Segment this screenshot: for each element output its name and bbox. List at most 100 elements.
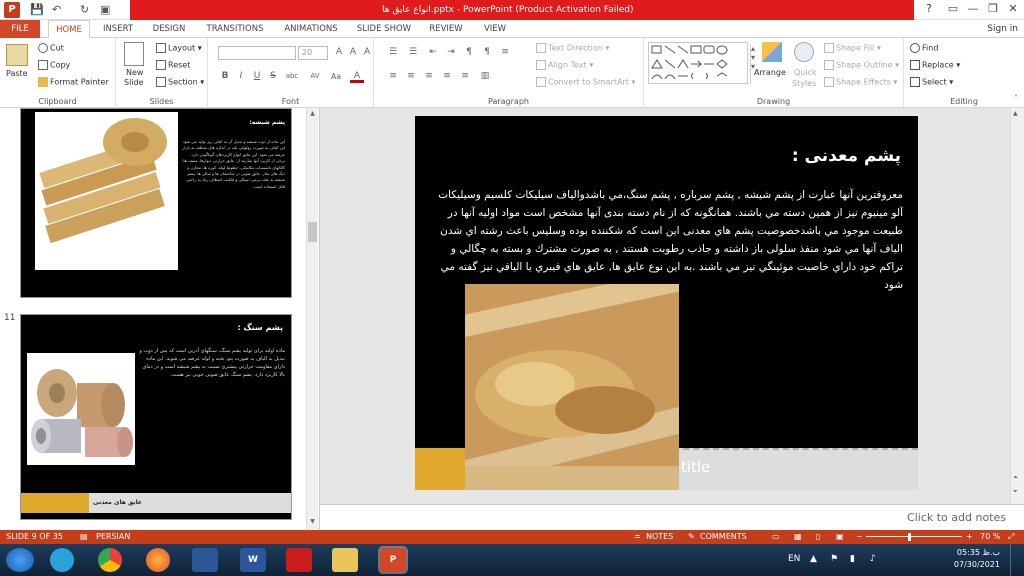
comments-icon[interactable]: ✎ [688,530,695,544]
distributed-icon[interactable]: ≡ [458,70,472,83]
line-spacing-icon[interactable]: ≡ [498,46,512,59]
notes-placeholder[interactable]: Click to add notes [907,511,1006,524]
clear-formatting-icon[interactable]: A [360,46,374,59]
minimize-button[interactable]: — [964,2,982,18]
zoom-slider[interactable] [866,536,962,537]
sign-in-link[interactable]: Sign in [987,20,1018,38]
copy-button[interactable]: Copy [38,60,70,70]
show-desktop-button[interactable] [1010,544,1024,576]
undo-icon[interactable]: ↶ [52,3,61,16]
notes-icon[interactable]: ≐ [634,530,641,544]
zoom-slider-thumb[interactable] [908,533,911,541]
scroll-up-icon[interactable]: ▲ [308,110,317,118]
zoom-in-button[interactable]: + [966,530,973,544]
close-button[interactable]: ✕ [1004,2,1022,18]
text-direction-button[interactable]: Text Direction ▾ [536,43,609,53]
network-icon[interactable]: ▮ [850,554,855,564]
format-painter-button[interactable]: Format Painter [38,77,109,87]
chrome-icon[interactable] [98,548,122,572]
reading-view-icon[interactable]: ▯ [816,530,820,544]
zoom-level[interactable]: 70 % [980,530,1000,544]
decrease-indent-icon[interactable]: ⇤ [426,46,440,59]
help-button[interactable]: ? [920,2,938,18]
fit-to-window-icon[interactable]: ⤢ [1008,530,1014,544]
save-icon[interactable]: 💾 [30,3,44,16]
bullets-icon[interactable]: ☰ [386,46,400,59]
mineral-wool-photo[interactable] [465,284,679,490]
columns-icon[interactable]: ▥ [478,70,492,83]
slide-thumbnail-11[interactable]: پشم سنگ : ماده اولیه برای تولید پشم سنگ،… [20,314,292,520]
paste-icon[interactable] [6,44,28,66]
shape-effects-button[interactable]: Shape Effects ▾ [824,77,897,87]
ltr-icon[interactable]: ¶ [462,46,476,59]
powerpoint-taskbar-icon[interactable]: P [380,548,406,572]
word-icon[interactable]: W [240,548,266,572]
quick-styles-label[interactable]: Quick [794,68,817,77]
tab-file[interactable]: FILE [0,20,40,38]
telegram-icon[interactable] [50,548,74,572]
tab-review[interactable]: REVIEW [424,20,468,38]
next-slide-icon[interactable]: ⏷ [1013,488,1018,496]
layout-button[interactable]: Layout ▾ [156,43,202,53]
replace-button[interactable]: Replace ▾ [910,60,960,70]
cut-button[interactable]: Cut [38,43,64,53]
start-slideshow-icon[interactable]: ▣ [100,3,110,16]
align-text-button[interactable]: Align Text ▾ [536,60,593,70]
quick-styles-label-2[interactable]: Styles [792,79,816,88]
font-name-combobox[interactable] [218,46,296,60]
language-indicator[interactable]: PERSIAN [96,530,130,544]
shape-outline-button[interactable]: Shape Outline ▾ [824,60,899,70]
firefox-icon[interactable] [146,548,170,572]
convert-smartart-button[interactable]: Convert to SmartArt ▾ [536,77,635,87]
clock-time[interactable]: 05:35 ب.ظ [930,548,1000,557]
action-center-icon[interactable]: ⚑ [830,554,838,564]
comments-button[interactable]: COMMENTS [700,530,747,544]
slide-sorter-icon[interactable]: ▦ [794,530,802,544]
prev-slide-icon[interactable]: ⏶ [1013,474,1018,482]
normal-view-icon[interactable]: ▭ [772,530,780,544]
new-slide-label[interactable]: New [126,68,143,77]
text-shadow-button[interactable]: abc [282,70,302,83]
char-spacing-button[interactable]: AV [306,70,324,83]
tab-home[interactable]: HOME [48,20,90,39]
tab-design[interactable]: DESIGN [146,20,192,38]
slide-title[interactable]: پشم معدنی : [715,146,901,166]
slide-thumbnail-10[interactable]: پشم شیشه: این ماده از ذوب شیشه و تبدیل آ… [20,108,292,298]
new-slide-label-2[interactable]: Slide [124,78,144,87]
restore-button[interactable]: ❐ [984,2,1002,18]
tray-expand-icon[interactable]: ▲ [810,554,817,564]
grow-font-icon[interactable]: A [332,46,346,59]
paste-button[interactable]: Paste [6,69,28,78]
media-player-icon[interactable] [192,548,218,572]
zoom-out-button[interactable]: − [856,530,863,544]
tab-insert[interactable]: INSERT [96,20,140,38]
notes-button[interactable]: NOTES [646,530,673,544]
align-left-icon[interactable]: ≡ [386,70,400,83]
scroll-thumb[interactable] [308,222,317,242]
shapes-gallery[interactable] [648,42,748,84]
main-scrollbar[interactable]: ▲ ⏶ ⏷ [1010,108,1024,504]
spellcheck-icon[interactable]: ▤ [80,530,88,544]
clock-date[interactable]: 07/30/2021 [930,560,1000,569]
arrange-icon[interactable] [762,42,782,62]
tab-slide-show[interactable]: SLIDE SHOW [352,20,416,38]
bold-button[interactable]: B [218,70,232,83]
justify-icon[interactable]: ≡ [440,70,454,83]
underline-button[interactable]: U [250,70,264,83]
tab-animations[interactable]: ANIMATIONS [278,20,344,38]
collapse-ribbon-icon[interactable]: ˄ [1014,94,1018,103]
start-button-icon[interactable] [6,548,34,572]
thumbnails-scrollbar[interactable]: ▲ ▼ [306,108,318,530]
tab-transitions[interactable]: TRANSITIONS [200,20,270,38]
quick-styles-icon[interactable] [794,42,814,62]
align-right-icon[interactable]: ≡ [422,70,436,83]
redo-icon[interactable]: ↻ [80,3,89,16]
ribbon-display-icon[interactable]: ▭ [944,2,962,18]
font-size-combobox[interactable]: 20 [298,46,328,60]
tab-view[interactable]: VIEW [476,20,514,38]
new-slide-icon[interactable] [124,42,144,66]
strikethrough-button[interactable]: S [266,70,280,83]
scroll-down-icon[interactable]: ▼ [308,518,317,526]
slide-body-text[interactable]: معروفترين آنها عبارت از پشم شیشه , پشم س… [433,186,903,292]
shape-fill-button[interactable]: Shape Fill ▾ [824,43,881,53]
